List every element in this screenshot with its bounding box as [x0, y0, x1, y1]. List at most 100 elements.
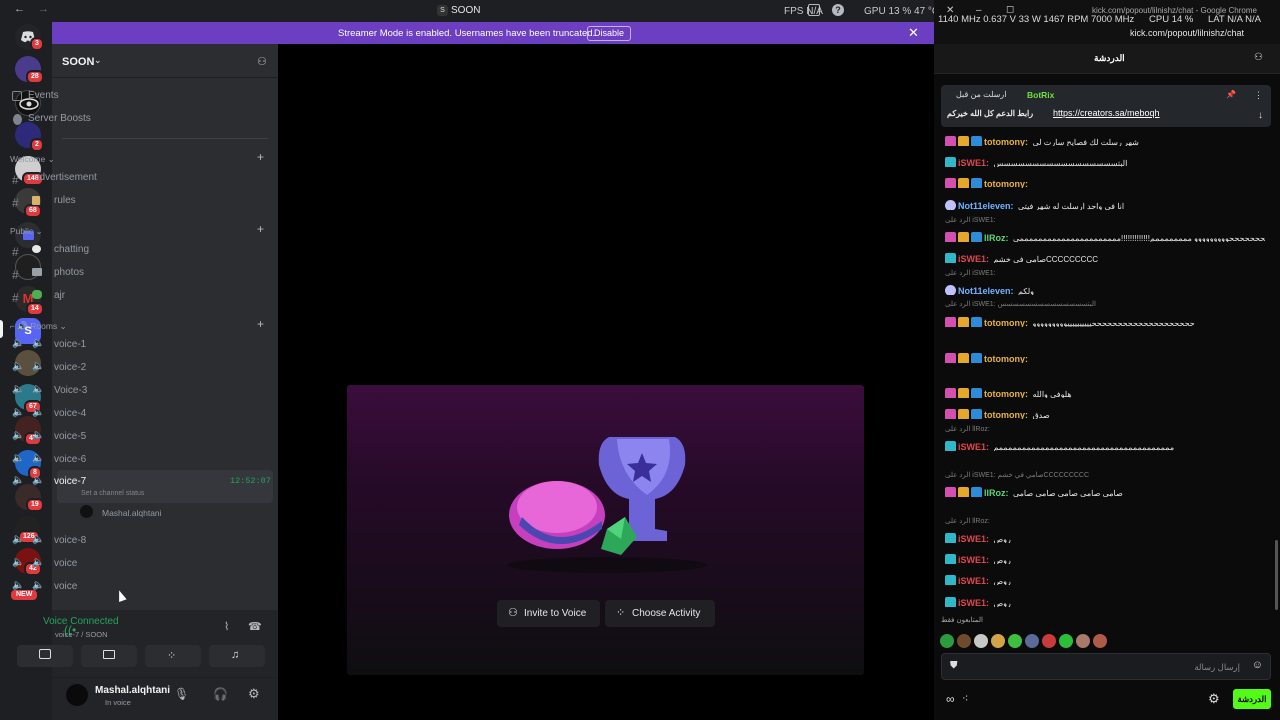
- invite-to-voice-button[interactable]: ⚇ Invite to Voice: [497, 600, 600, 627]
- add-member-icon[interactable]: ⚇: [257, 55, 267, 68]
- chat-username[interactable]: llRoz:: [984, 233, 1009, 242]
- choose-activity-button[interactable]: ⁘ Choose Activity: [605, 600, 715, 627]
- camera-off-button[interactable]: [17, 645, 73, 667]
- chat-message[interactable]: Not11eleven: ولكم: [945, 281, 1265, 295]
- chat-username[interactable]: Not11eleven:: [958, 286, 1014, 295]
- chat-message[interactable]: iSWE1: صامي في خشمCCCCCCCCC: [945, 249, 1265, 263]
- chat-username[interactable]: llRoz:: [984, 488, 1009, 497]
- scrollbar[interactable]: [1275, 540, 1278, 610]
- chat-message[interactable]: totomony: صدق: [945, 405, 1265, 419]
- add-channel-icon[interactable]: +: [257, 150, 264, 164]
- help-icon[interactable]: ?: [832, 4, 844, 16]
- chat-message[interactable]: llRoz: صامي صامي صامي صامي صامي: [945, 483, 1265, 497]
- voice-channel[interactable]: 🔈 🔈 Voice-3: [10, 383, 216, 403]
- chat-username[interactable]: iSWE1:: [958, 576, 989, 585]
- server-header[interactable]: SOON ⌄ ⚇: [52, 46, 278, 78]
- headphones-icon[interactable]: 🎧: [213, 687, 228, 701]
- chat-message[interactable]: totomony: ححححححححححححححححححححيييييييييي…: [945, 313, 1265, 327]
- voice-channel[interactable]: 🔈 🔈 voice: [10, 556, 216, 576]
- chat-username[interactable]: totomony:: [984, 354, 1028, 363]
- emote-icon[interactable]: [940, 634, 954, 648]
- pinned-link[interactable]: https://creators.sa/meboqh: [1053, 108, 1160, 118]
- category-public[interactable]: Public ⌄: [10, 226, 43, 237]
- voice-connected-sub[interactable]: voice-7 / SOON: [55, 630, 108, 639]
- chat-input[interactable]: ⛊ إرسال رسالة ☺: [941, 653, 1271, 680]
- voice-channel[interactable]: 🔈 🔈 voice-8: [10, 533, 216, 553]
- channel-photos[interactable]: # photos: [10, 265, 216, 285]
- chat-username[interactable]: totomony:: [984, 137, 1028, 146]
- user-name[interactable]: Mashal.alqhtani: [95, 685, 170, 696]
- chat-message[interactable]: iSWE1: البتسسسسسسسسسسسسسسسسس: [945, 153, 1265, 167]
- emote-icon[interactable]: [1025, 634, 1039, 648]
- close-icon[interactable]: ✕: [908, 25, 919, 41]
- channel-ajr[interactable]: # ajr: [10, 288, 216, 308]
- reply-preview[interactable]: الرد على iSWE1:: [945, 216, 996, 224]
- reply-preview[interactable]: الرد على llRoz:: [945, 517, 990, 525]
- emote-icon[interactable]: [1008, 634, 1022, 648]
- reply-preview[interactable]: الرد على iSWE1: صامي في خشمCCCCCCCCC: [945, 471, 1089, 479]
- emote-icon[interactable]: [1076, 634, 1090, 648]
- emote-icon[interactable]: [1042, 634, 1056, 648]
- address-bar[interactable]: kick.com/popout/lilnishz/chat: [1130, 28, 1244, 38]
- chat-username[interactable]: Not11eleven:: [958, 201, 1014, 210]
- chat-message[interactable]: iSWE1: روص: [945, 550, 1265, 564]
- chat-message[interactable]: totomony:: [945, 349, 1265, 363]
- gear-icon[interactable]: ⚙: [248, 686, 260, 702]
- infinity-icon[interactable]: ∞: [946, 692, 955, 706]
- category-welcome[interactable]: Welcome ⌄: [10, 154, 55, 165]
- voice-channel[interactable]: 🔈 🔈 voice-6: [10, 452, 216, 472]
- server-boosts-item[interactable]: Server Boosts: [10, 113, 210, 133]
- voice-channel[interactable]: 🔈 🔈 voice-2: [10, 360, 216, 380]
- activities-button[interactable]: ⁘: [145, 645, 201, 667]
- reply-preview[interactable]: الرد على iSWE1:: [945, 269, 996, 277]
- channel-rules[interactable]: # rules: [10, 193, 216, 213]
- chat-message[interactable]: totomony: شهر رسلت لك فصايح سارت لي: [945, 132, 1265, 146]
- chat-username[interactable]: iSWE1:: [958, 158, 989, 167]
- gear-icon[interactable]: ⚙: [1208, 691, 1220, 707]
- voice-channel[interactable]: 🔈 🔈 voice: [10, 579, 216, 599]
- emote-icon[interactable]: [957, 634, 971, 648]
- pinned-message[interactable]: ⋮ 📌 BotRix ارسلت من قبل رابط الدعم كل ال…: [941, 85, 1271, 127]
- events-item[interactable]: Events: [10, 90, 210, 110]
- disconnect-icon[interactable]: ☎: [248, 620, 262, 633]
- chat-username[interactable]: totomony:: [984, 318, 1028, 327]
- chat-username[interactable]: totomony:: [984, 410, 1028, 419]
- emoji-icon[interactable]: ☺: [1252, 659, 1263, 671]
- chat-message[interactable]: totomony: هلوفي والله: [945, 384, 1265, 398]
- chat-username[interactable]: iSWE1:: [958, 555, 989, 564]
- voice-channel[interactable]: 🔈 🔈 voice-5: [10, 429, 216, 449]
- disable-button[interactable]: Disable: [587, 26, 632, 41]
- chat-message[interactable]: llRoz: حححححححححححححووووووووو ممممممممم!…: [945, 228, 1265, 242]
- more-icon[interactable]: ⋮: [1254, 90, 1263, 101]
- channel-advertisement[interactable]: # advertisement: [10, 170, 216, 190]
- avatar[interactable]: [66, 684, 88, 706]
- soundboard-button[interactable]: ♫: [209, 645, 265, 667]
- chat-username[interactable]: iSWE1:: [958, 254, 989, 263]
- arrow-down-icon[interactable]: ↓: [1258, 110, 1263, 121]
- forward-arrow-icon[interactable]: →: [38, 3, 49, 15]
- voice-channel[interactable]: 🔈 🔈 voice-1: [10, 337, 216, 357]
- chat-message[interactable]: totomony:: [945, 174, 1265, 188]
- send-chat-button[interactable]: الدردشة: [1233, 689, 1271, 709]
- dots-icon[interactable]: ⁖: [962, 692, 968, 705]
- screen-share-button[interactable]: [81, 645, 137, 667]
- voice-connected-label[interactable]: Voice Connected: [43, 616, 119, 627]
- chat-username[interactable]: iSWE1:: [958, 442, 989, 451]
- voice-member-name[interactable]: Mashal.alqhtani: [102, 508, 162, 518]
- chat-message[interactable]: iSWE1: روص: [945, 593, 1265, 607]
- microphone-icon[interactable]: 🎙: [174, 687, 189, 701]
- chat-message[interactable]: iSWE1: ممممممممممممممممممممممممممممممممم…: [945, 437, 1265, 451]
- noise-suppression-icon[interactable]: ⌇: [224, 620, 229, 633]
- emote-icon[interactable]: [974, 634, 988, 648]
- users-icon[interactable]: ⚇: [1254, 52, 1263, 63]
- chat-username[interactable]: iSWE1:: [958, 534, 989, 543]
- category-rooms[interactable]: ⌐ 🔊 Rooms ⌄: [10, 321, 67, 332]
- chat-message[interactable]: iSWE1: روص: [945, 571, 1265, 585]
- channel-chatting[interactable]: # chatting: [10, 242, 216, 262]
- emote-icon[interactable]: [1093, 634, 1107, 648]
- chat-username[interactable]: iSWE1:: [958, 598, 989, 607]
- chat-message[interactable]: Not11eleven: انا في واحد ارسلت له شهر في…: [945, 196, 1265, 210]
- add-channel-icon[interactable]: +: [257, 222, 264, 236]
- emote-icon[interactable]: [991, 634, 1005, 648]
- back-arrow-icon[interactable]: ←: [14, 3, 25, 15]
